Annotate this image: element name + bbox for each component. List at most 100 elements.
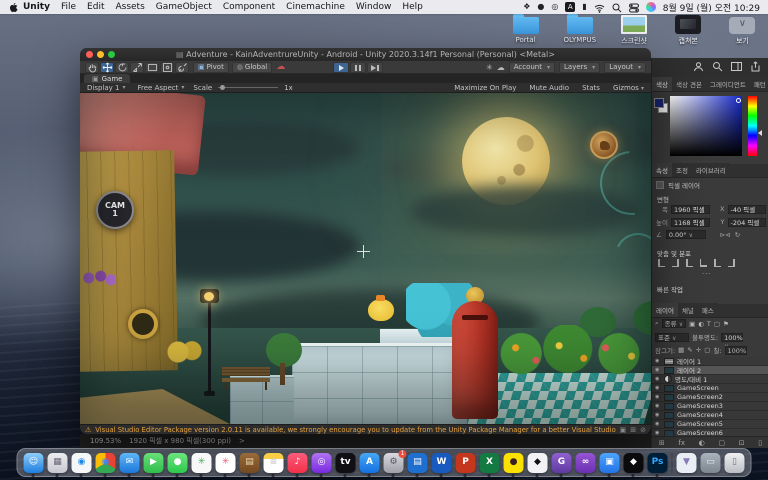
tab-adjustments[interactable]: 조정 [672,163,692,177]
dock-colorful-app[interactable]: ✳ [192,453,212,473]
filter-kind-dropdown[interactable]: 종류 ∨ [662,319,686,328]
flip-horizontal-icon[interactable]: ⊳⊲ [720,231,731,239]
desktop-icon-stack[interactable]: 보기 [722,15,763,51]
angle-field[interactable]: 0.00° ∨ [666,230,706,239]
lock-pixels-icon[interactable]: ✎ [687,346,692,354]
layer-GameScreen[interactable]: ◉ GameScreen [652,384,768,393]
tab-gradients[interactable]: 그레이디언트 [706,77,750,91]
tab-properties[interactable]: 속성 [652,163,672,177]
dock-safari[interactable]: ◉ [72,453,92,473]
layer-GameScreen2[interactable]: ◉ GameScreen2 [652,393,768,402]
apple-icon[interactable] [8,2,19,13]
desktop-icon-folder-1[interactable]: Portal [505,15,546,51]
gizmos-dropdown[interactable]: Gizmos ▾ [610,84,647,92]
dock-visual-studio[interactable]: ∞ [576,453,596,473]
dock-powerpoint[interactable]: P [456,453,476,473]
y-field[interactable]: -204 픽셀 [728,218,767,227]
menu-bar-clock[interactable]: 8월 9일 (월) 오전 10:29 [663,1,760,14]
dock-onenote[interactable]: ▤ [408,453,428,473]
dock-unity-hub[interactable]: ◆ [528,453,548,473]
mute-audio-button[interactable]: Mute Audio [526,84,572,92]
rotate-tool-button[interactable] [115,62,129,73]
desktop-icon-capture-device[interactable]: 캡쳐본 [668,15,709,51]
foreground-background-chips[interactable] [654,98,668,138]
maximize-on-play-button[interactable]: Maximize On Play [451,84,519,92]
spotlight-search-icon[interactable] [612,0,622,17]
console-list-icon[interactable]: ⊞ [630,426,636,434]
workspace-switcher-icon[interactable] [731,61,742,74]
new-layer-icon[interactable]: ⊡ [739,439,745,447]
align-middle-icon[interactable] [714,259,721,267]
visibility-eye-icon[interactable]: ◉ [655,421,661,427]
filter-shape-icon[interactable]: ▢ [714,320,720,328]
menu-item[interactable]: Component [223,2,275,12]
cloud-status-icon[interactable]: ❖ [523,3,530,11]
align-left-icon[interactable] [658,259,665,267]
lock-all-icon[interactable]: ▢ [704,346,710,354]
opacity-dropdown[interactable]: 100% ∨ [721,333,743,342]
display-dropdown[interactable]: Display 1▾ [84,84,129,92]
menu-item[interactable]: Cinemachine [286,2,345,12]
menu-item[interactable]: Unity [23,2,50,12]
unity-status-bar[interactable]: ⚠ Visual Studio Editor Package version 2… [80,424,651,434]
step-button[interactable] [367,62,383,73]
menu-item[interactable]: Assets [115,2,144,12]
dock-mail[interactable]: ✉ [120,453,140,473]
align-bottom-icon[interactable] [728,259,735,267]
status-message[interactable]: Visual Studio Editor Package version 2.0… [95,426,615,434]
pivot-toggle-button[interactable]: ▣Pivot [193,62,229,73]
game-viewport[interactable]: CAM 1 [80,93,651,424]
hue-slider-marker[interactable] [758,130,762,136]
unity-title-bar[interactable]: ▤ Adventure - KainAdventrureUnity - Andr… [80,48,651,61]
layout-dropdown[interactable]: Layout▾ [604,62,646,73]
dock-finder[interactable]: ☺ [24,453,44,473]
visibility-eye-icon[interactable]: ◉ [655,403,661,409]
account-avatar-icon[interactable] [693,61,704,74]
width-field[interactable]: 1960 픽셀 [671,205,710,214]
visibility-eye-icon[interactable]: ◉ [655,376,661,382]
dock-notes[interactable]: ≡ [264,453,284,473]
move-tool-button[interactable] [100,62,114,73]
layer-GameScreen6[interactable]: ◉ GameScreen6 [652,429,768,436]
layers-dropdown[interactable]: Layers▾ [559,62,600,73]
dock-system-preferences[interactable]: ⚙ 1 [384,453,404,473]
tab-layers[interactable]: 레이어 [652,303,678,317]
layer-mask-icon[interactable]: ◐ [699,439,705,447]
fill-dropdown[interactable]: 100% ∨ [725,346,747,355]
visibility-eye-icon[interactable]: ◉ [655,385,661,391]
dock-kakaotalk[interactable]: ● [504,453,524,473]
new-group-icon[interactable]: ▢ [718,439,725,447]
align-top-icon[interactable] [700,259,707,267]
layer-명도/대비 1[interactable]: ◉ 명도/대비 1 [652,375,768,384]
delete-layer-icon[interactable]: ▯ [758,439,762,447]
rotate-icon[interactable]: ↻ [735,231,740,239]
filter-adjustment-icon[interactable]: ◐ [698,320,704,328]
zoom-level[interactable]: 109.53% [90,437,121,445]
dot-status-icon[interactable]: ● [537,3,544,11]
saturation-brightness-field[interactable] [670,96,742,156]
progress-icon[interactable]: ✳ [486,63,493,72]
x-field[interactable]: -40 픽셀 [728,205,767,214]
layer-GameScreen3[interactable]: ◉ GameScreen3 [652,402,768,411]
menu-item[interactable]: GameObject [156,2,212,12]
tab-patterns[interactable]: 패턴 [750,77,768,91]
dock-downloads[interactable]: ▼ [677,453,697,473]
control-center-icon[interactable] [629,0,639,17]
dock-photos[interactable]: ✳ [216,453,236,473]
tab-paths[interactable]: 패스 [698,303,718,317]
share-icon[interactable] [750,61,761,74]
game-view-tab[interactable]: ▣Game [84,74,130,83]
dock-unity-editor[interactable]: ◆ [624,453,644,473]
filter-type-icon[interactable]: T [707,320,711,328]
tab-libraries[interactable]: 라이브러리 [692,163,730,177]
input-source-indicator[interactable]: A [565,2,575,12]
dock-chrome[interactable]: ◉ [96,453,116,473]
stats-button[interactable]: Stats [579,84,603,92]
color-field-knob[interactable] [736,98,741,103]
search-icon[interactable] [712,61,723,74]
filter-search-icon[interactable]: ⌕ [655,319,659,328]
dock-app-store[interactable]: A [360,453,380,473]
tab-channels[interactable]: 채널 [678,303,698,317]
layer-레이어 2[interactable]: ◉ 레이어 2 [652,366,768,375]
filter-pixel-icon[interactable]: ▣ [689,320,695,328]
